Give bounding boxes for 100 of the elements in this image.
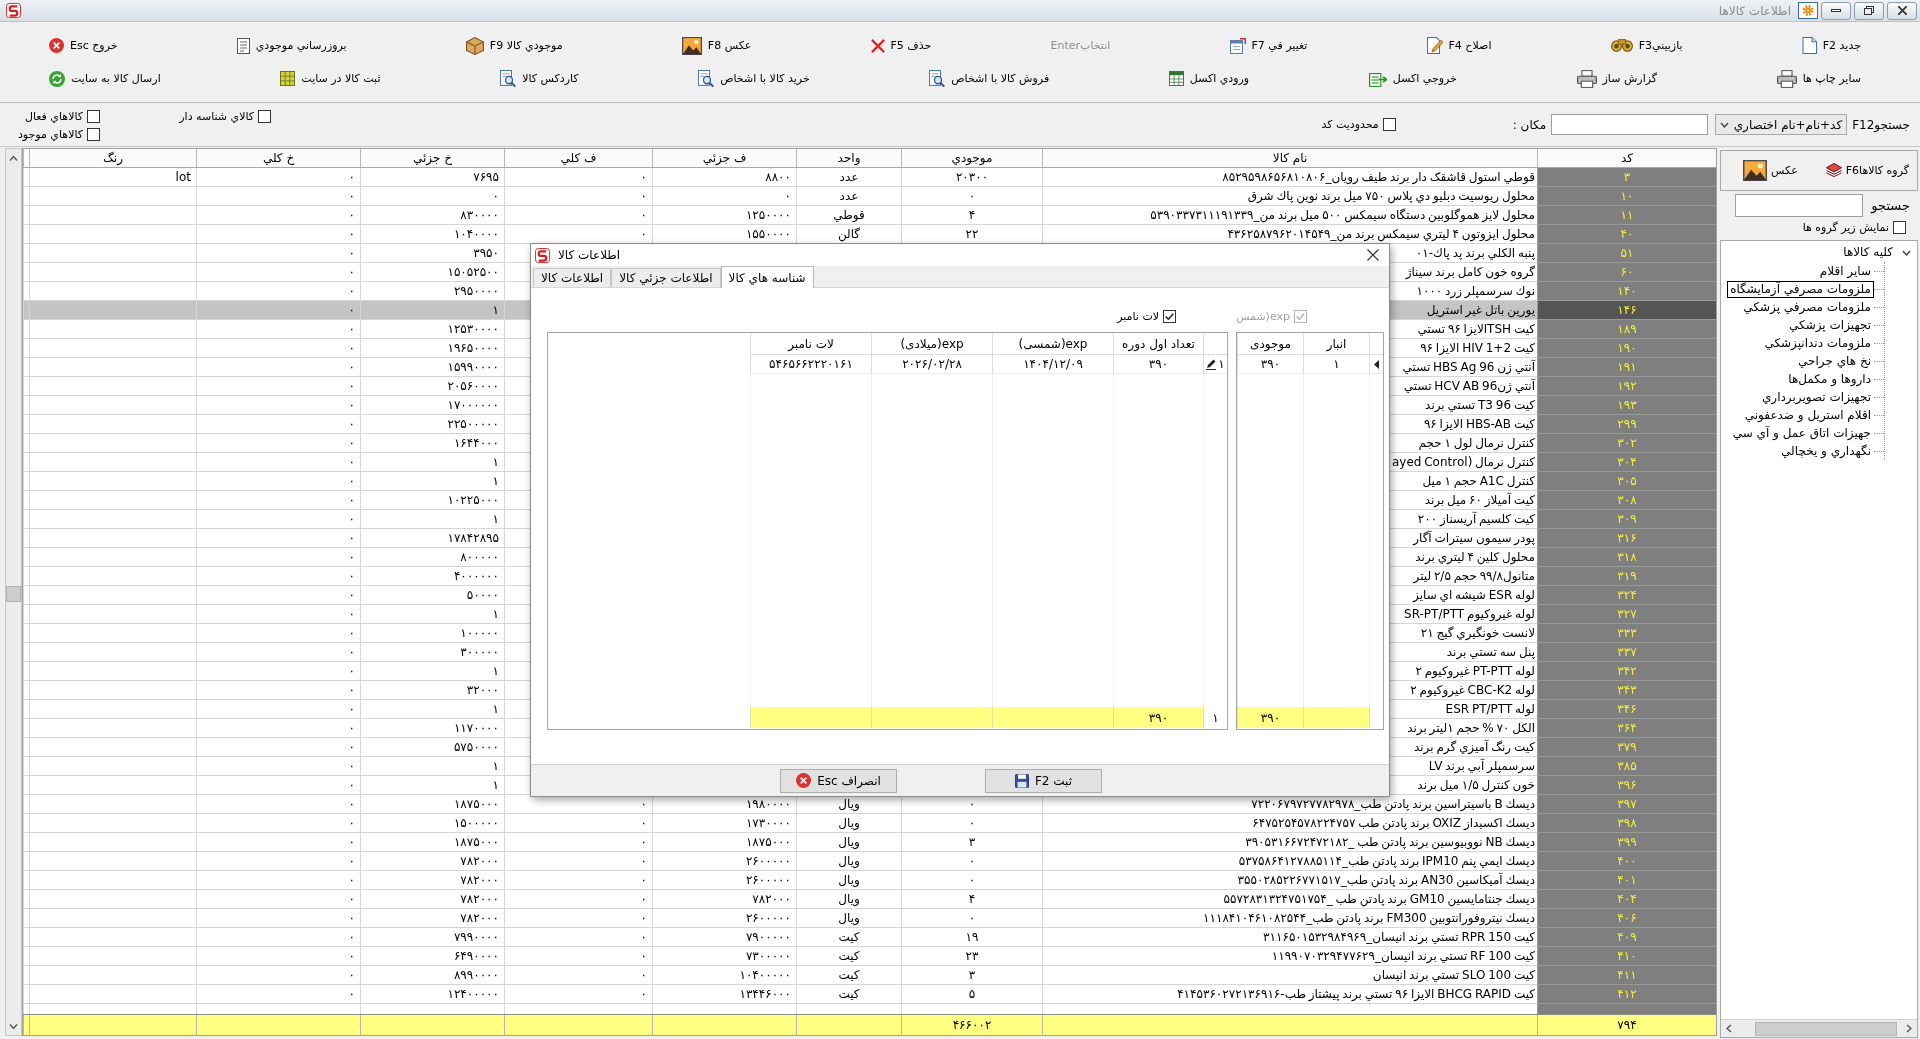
price-value: ۰ (348, 721, 355, 735)
price-value: ۰ (784, 189, 791, 203)
item-name: گروه خون كامل برند سيناژ (1405, 265, 1535, 279)
stock-quantity: ۰ (968, 797, 976, 811)
date-value: ۱۴۰۴/۱۲/۰۹ (1023, 357, 1083, 371)
item-name: ديسك نيتروفورانتوبين FM300 برند پادتن طب_۱۱۱۸۴۱۰۴۶۱۰۸۲۵۴۴ (1203, 911, 1535, 925)
price-value: ۰ (348, 398, 355, 412)
item-name: محلول كلين ۴ ليتري برند (1415, 550, 1535, 564)
price-value: ۰ (348, 360, 355, 374)
price-value: ۷۶۹۵ (473, 170, 499, 184)
item-code: ۴۰۱ (1617, 873, 1637, 887)
checkbox-label: كالاهاي فعال (24, 109, 83, 123)
item-name: كيت RF 100 تستي برند انيسان_۱۱۹۹۰۷۰۳۲۹۴۷۷۶۲۹ (1271, 949, 1535, 963)
item-name: خون كنترل ۱/۵ ميل برند (1417, 778, 1535, 792)
item-name: يورين باتل غير استريل (1426, 303, 1535, 317)
price-value: ۰ (348, 607, 355, 621)
price-value: ۰ (640, 227, 647, 241)
price-value: ۵۰۰۰۰ (466, 588, 499, 602)
price-value: ۰ (348, 949, 355, 963)
item-name: لوله غيروكيوم SR-PT/PTT (1404, 607, 1535, 621)
search-label: جستجو (1871, 197, 1910, 213)
search-label: جستجوF12 (1852, 117, 1910, 132)
item-code: ۳۹۷ (1617, 797, 1637, 811)
item-code: ۱۴۰ (1617, 284, 1637, 298)
price-value: ۱۸۷۵۰۰۰ (745, 835, 791, 849)
stock-quantity: ۰ (968, 189, 976, 203)
item-name: آنتي ژنHCV AB 96 تستي (1403, 379, 1535, 393)
price-value: ۰ (348, 873, 355, 887)
item-code: ۳۰۵ (1617, 474, 1637, 488)
price-value: ۳۰۰۰۰۰ (460, 645, 499, 659)
item-name: كيت آميلاز ۶۰ ميل برند (1424, 493, 1535, 507)
price-value: ۰ (348, 246, 355, 260)
price-value: ۰ (640, 892, 647, 906)
price-value: ۰ (348, 493, 355, 507)
dialog-title: اطلاعات كالا (558, 248, 621, 262)
item-code: ۳۱۸ (1617, 550, 1637, 564)
item-code: ۵۱ (1620, 246, 1634, 260)
item-code: ۴۱۲ (1617, 987, 1637, 1001)
item-code: ۳۲۷ (1617, 607, 1637, 621)
price-value: ۰ (348, 436, 355, 450)
item-name: كيت رنگ آميزي گرم برند (1414, 740, 1535, 754)
item-name: الكل ۷۰ % حجم ۱ليتر برند (1407, 721, 1535, 735)
item-name: پودر سيمون سيترات آگار (1413, 531, 1535, 545)
item-name: ديسك جنتامايسين GM10 برند پادتن طب _۵۵۷۲۸۳۱۳۲۴۷۵۱۷۵۴ (1223, 892, 1535, 906)
price-value: ۱ (492, 759, 499, 773)
stock-quantity: ۱۹ (965, 930, 979, 944)
item-code: ۳۲۴ (1617, 588, 1637, 602)
unit-name: كيت (838, 968, 860, 982)
price-value: ۱ (492, 303, 499, 317)
item-name: كنترل نرمال (ayed Control (1391, 455, 1535, 469)
price-value: ۰ (640, 816, 647, 830)
item-name: ديسك اكسيداز OXIZ برند پادتن طب ۶۴۷۵۲۵۴۵۷۸۲۲۴۷۵۷ (1252, 816, 1535, 830)
price-value: ۸۳۰۰۰۰ (460, 208, 499, 222)
item-code: ۳۶۴ (1617, 721, 1637, 735)
item-code: ۴۰ (1620, 227, 1634, 241)
item-code: ۴۰۹ (1617, 930, 1637, 944)
price-value: ۱۸۷۵۰۰۰ (453, 797, 499, 811)
price-value: ۰ (348, 645, 355, 659)
checkbox-label: محدوديت كد (1321, 118, 1379, 131)
location-label: مكان : (1512, 117, 1547, 132)
item-code: ۳ (1623, 170, 1631, 184)
checkbox-label: كالاهاي موجود (17, 127, 83, 141)
price-value: ۰ (348, 702, 355, 716)
item-code: ۳۴۳ (1617, 683, 1637, 697)
price-value: ۱۰۴۰۰۰۰۰ (739, 968, 791, 982)
checkbox-label: exp(شمس (1236, 310, 1290, 323)
price-value: ۰ (348, 626, 355, 640)
price-value: ۱۹۶۵۰۰۰۰ (447, 341, 499, 355)
price-value: ۱ (492, 664, 499, 678)
price-value: ۰ (348, 911, 355, 925)
price-value: ۲۲۵۰۰۰۰۰ (447, 417, 499, 431)
price-value: ۰ (348, 189, 355, 203)
price-value: ۰ (348, 227, 355, 241)
price-value: ۴۰۰۰۰۰۰ (453, 569, 499, 583)
price-value: ۱ (492, 455, 499, 469)
price-value: ۰ (348, 341, 355, 355)
stock-quantity: ۲۲ (965, 227, 979, 241)
row-number: ۱ (1218, 357, 1225, 371)
item-name: كيت RPR 150 تستي برند انيسان_۳۱۱۶۵۰۱۵۳۲۹۸۴۹۶۹ (1263, 930, 1535, 944)
price-value: ۰ (348, 170, 355, 184)
unit-name: عدد (839, 170, 859, 184)
unit-name: قوطي (833, 208, 865, 222)
price-value: ۰ (348, 379, 355, 393)
price-value: ۲۶۰۰۰۰۰ (745, 873, 791, 887)
item-name: محلول ايزوتون ۴ ليتري سيمكس برند من_۴۳۶۲۵۸۷۹۶۲۰۱۴۵۴۹ (1227, 227, 1535, 241)
item-name: لوله PT-PTT غيروكيوم ۲ (1415, 664, 1535, 678)
price-value: ۱۵۹۹۰۰۰۰ (447, 360, 499, 374)
price-value: ۷۹۹۰۰۰۰ (453, 930, 499, 944)
price-value: ۰ (640, 854, 647, 868)
price-value: ۱۷۸۴۲۸۹۵ (447, 531, 499, 545)
item-code: ۳۳۷ (1617, 645, 1637, 659)
item-name: محلول لايز هموگلوبين دستگاه سيمكس ۵۰۰ ميل برند من_۵۳۹۰۳۳۷۳۱۱۱۹۱۳۳۹ (1150, 208, 1535, 222)
price-value: ۱ (492, 607, 499, 621)
stock-quantity: ۰ (968, 854, 976, 868)
item-code: ۳۹۸ (1617, 816, 1637, 830)
stock-quantity: ۲۰۳۰۰ (955, 170, 989, 184)
item-code: ۳۰۹ (1617, 512, 1637, 526)
price-value: ۷۸۲۰۰۰ (752, 892, 791, 906)
unit-name: ويال (838, 873, 860, 887)
item-code: ۱۹۳ (1617, 398, 1637, 412)
